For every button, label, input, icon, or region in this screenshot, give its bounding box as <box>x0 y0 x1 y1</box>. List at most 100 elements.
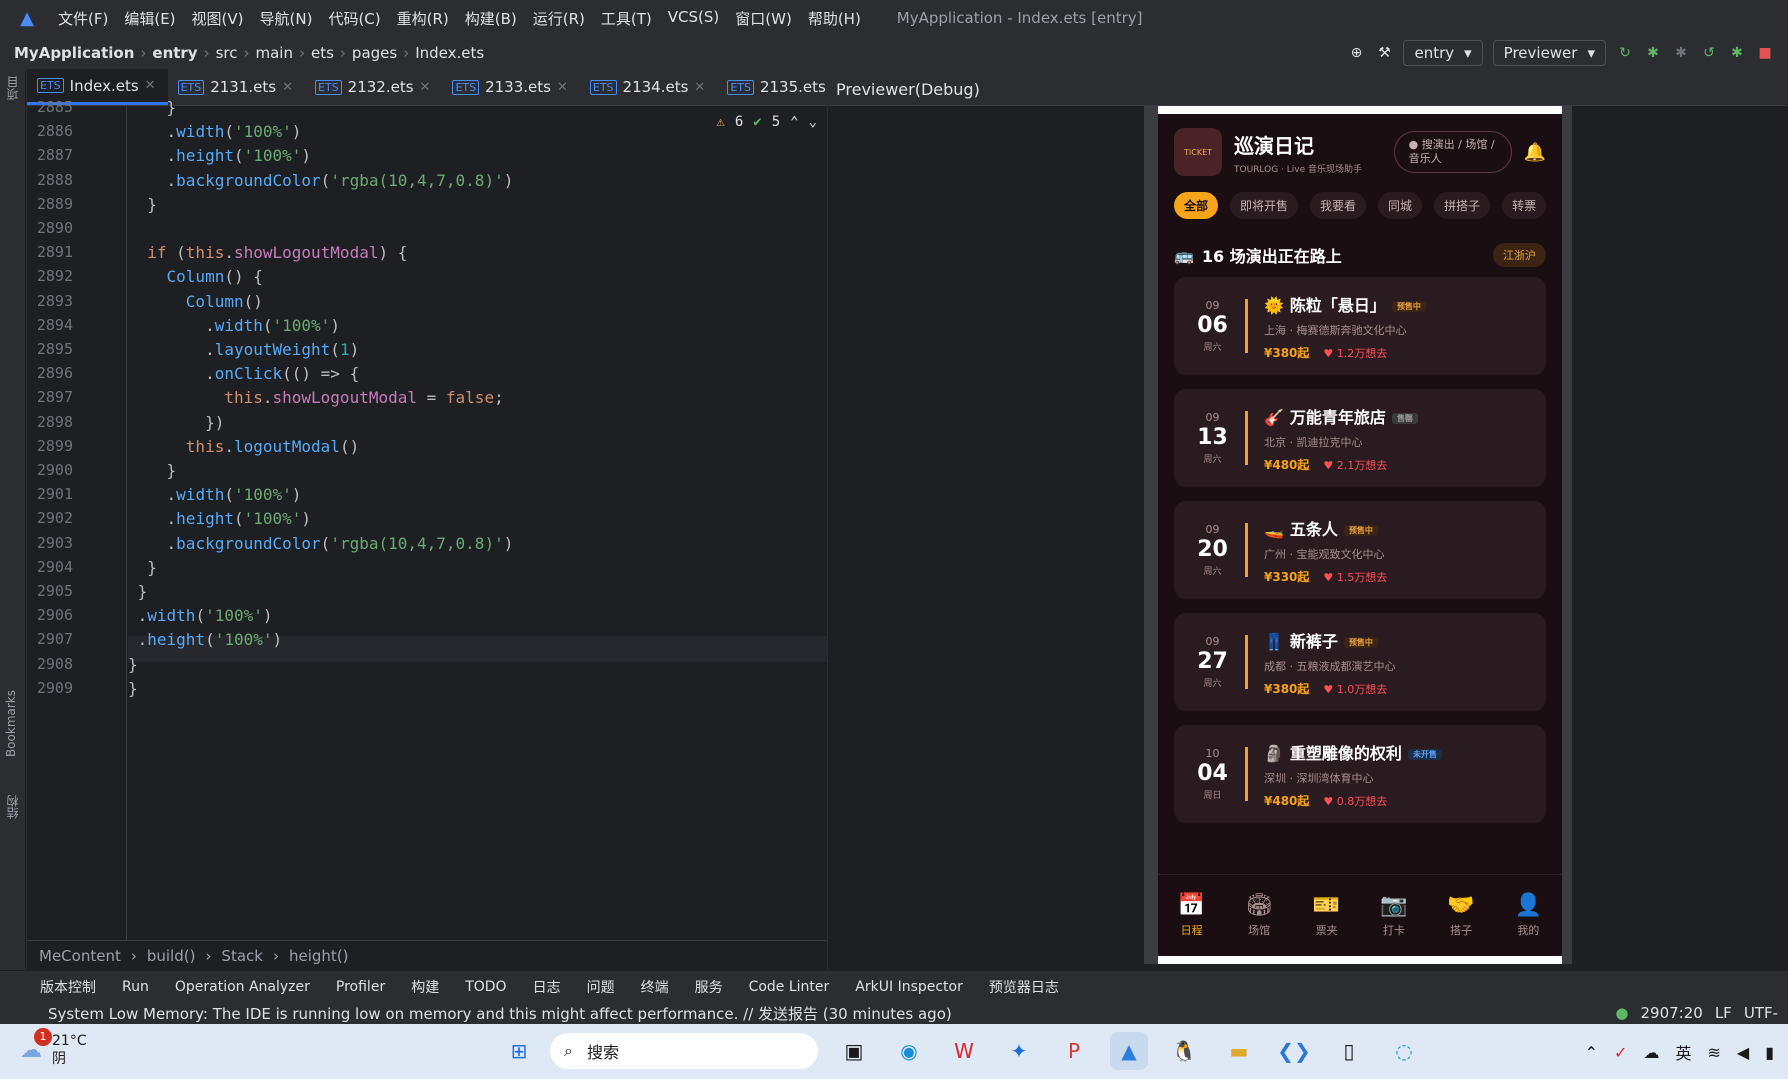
event-card[interactable]: 09 13 周六 🎸 万能青年旅店 售罄 北京 · 凯迪拉克中心 ¥480起 ♥ 2.1万想去 <box>1174 389 1546 487</box>
close-icon[interactable]: ✕ <box>282 80 293 95</box>
tool-window-button[interactable]: ArkUI Inspector <box>855 979 963 995</box>
code-line[interactable]: }) <box>128 413 224 432</box>
want-count[interactable]: ♥ 1.0万想去 <box>1323 683 1387 696</box>
menu-item[interactable]: 帮助(H) <box>808 8 861 29</box>
want-count[interactable]: ♥ 1.2万想去 <box>1323 347 1387 360</box>
tool-window-button[interactable]: 版本控制 <box>40 977 96 997</box>
code-line[interactable]: } <box>128 558 157 577</box>
app-tab-item[interactable]: 🤝 搭子 <box>1447 893 1474 938</box>
menu-item[interactable]: 构建(B) <box>465 8 517 29</box>
tool-window-button[interactable]: 构建 <box>411 977 439 997</box>
app-tab-item[interactable]: 🎫 票夹 <box>1313 893 1340 938</box>
entry-dropdown[interactable]: entry ▾ <box>1403 40 1483 66</box>
code-line[interactable]: } <box>128 461 177 480</box>
start-windows-icon[interactable]: ⊞ <box>500 1032 538 1070</box>
code-line[interactable]: } <box>128 582 148 601</box>
caret-position[interactable]: 2907:20 <box>1640 1004 1702 1022</box>
code-line[interactable]: .onClick(() => { <box>128 364 359 383</box>
crumb-height[interactable]: height() <box>289 947 349 965</box>
code-line[interactable]: .width('100%') <box>128 316 340 335</box>
event-card[interactable]: 09 20 周六 🚤 五条人 预售中 广州 · 宝能观致文化中心 ¥330起 ♥ 1.5万想去 <box>1174 501 1546 599</box>
code-line[interactable]: .backgroundColor('rgba(10,4,7,0.8)') <box>128 534 514 553</box>
menu-item[interactable]: 工具(T) <box>601 8 652 29</box>
code-area[interactable]: ⚠ 6 ✔ 5 ⌃ ⌄ } .width('100%') .height('100%'… <box>128 98 827 940</box>
filter-chip[interactable]: 同城 <box>1378 192 1423 219</box>
next-highlight-icon[interactable]: ⌄ <box>809 114 817 130</box>
close-icon[interactable]: ✕ <box>694 80 705 95</box>
code-line[interactable]: .width('100%') <box>128 122 302 141</box>
deveco-taskbar-icon[interactable]: ▲ <box>1110 1032 1148 1070</box>
crumb-build[interactable]: build() <box>147 947 196 965</box>
code-line[interactable]: .width('100%') <box>128 485 302 504</box>
tray-app-icon[interactable]: ✓ <box>1614 1043 1627 1062</box>
event-card[interactable]: 09 27 周六 👖 新裤子 预售中 成都 · 五粮液成都演艺中心 ¥380起 ♥ 1.0万想去 <box>1174 613 1546 711</box>
want-count[interactable]: ♥ 0.8万想去 <box>1323 795 1387 808</box>
close-icon[interactable]: ✕ <box>557 80 568 95</box>
apply-changes-icon[interactable]: ↺ <box>1700 44 1718 62</box>
filter-chip[interactable]: 我要看 <box>1310 192 1367 219</box>
tool-window-button[interactable]: Code Linter <box>749 979 830 995</box>
project-tool-button[interactable]: 项目 <box>4 76 21 100</box>
battery-icon[interactable]: ▮ <box>1765 1043 1774 1062</box>
crumb-src[interactable]: src <box>216 44 238 62</box>
bell-icon[interactable]: 🔔 <box>1524 142 1546 163</box>
tray-expand-icon[interactable]: ⌃ <box>1585 1043 1598 1062</box>
filter-chip[interactable]: 转票 <box>1502 192 1547 219</box>
editor-tab[interactable]: ETS 2134.ets ✕ <box>580 69 717 105</box>
tool-window-button[interactable]: Profiler <box>336 979 385 995</box>
taskbar-search[interactable]: ⌕ 搜索 <box>550 1033 818 1069</box>
code-line[interactable]: .layoutWeight(1) <box>128 340 359 359</box>
event-card[interactable]: 09 06 周六 🌞 陈粒「悬日」 预售中 上海 · 梅赛德斯奔驰文化中心 ¥380起 ♥ 1.… <box>1174 277 1546 375</box>
tool-window-button[interactable]: 预览器日志 <box>989 977 1059 997</box>
menu-item[interactable]: 导航(N) <box>260 8 313 29</box>
structure-tool-button[interactable]: 结构 <box>4 795 21 819</box>
code-line[interactable]: if (this.showLogoutModal) { <box>128 243 407 262</box>
profile-icon[interactable]: ✱ <box>1728 44 1746 62</box>
code-line[interactable]: .height('100%') <box>128 146 312 165</box>
crumb-file[interactable]: Index.ets <box>415 44 484 62</box>
stop-icon[interactable]: ■ <box>1756 44 1774 62</box>
code-line[interactable]: .height('100%') <box>128 509 312 528</box>
code-line[interactable]: } <box>128 679 138 698</box>
want-count[interactable]: ♥ 1.5万想去 <box>1323 571 1387 584</box>
qq-icon[interactable]: 🐧 <box>1165 1032 1203 1070</box>
tool-window-button[interactable]: 问题 <box>587 977 615 997</box>
app-search-box[interactable]: ● 搜演出 / 场馆 / 音乐人 <box>1393 131 1512 173</box>
attach-debugger-icon[interactable]: ✱ <box>1672 44 1690 62</box>
file-encoding[interactable]: UTF- <box>1744 1004 1778 1022</box>
weather-widget[interactable]: ☁ 1 21°C 阴 <box>20 1028 87 1068</box>
editor-tab[interactable]: ETS 2133.ets ✕ <box>442 69 579 105</box>
status-message[interactable]: System Low Memory: The IDE is running lo… <box>48 1003 952 1024</box>
tray-cloud-icon[interactable]: ☁ <box>1643 1043 1659 1062</box>
crumb-main[interactable]: main <box>256 44 293 62</box>
folder-icon[interactable]: ▬ <box>1220 1032 1258 1070</box>
event-card[interactable]: 10 04 周日 🗿 重塑雕像的权利 未开售 深圳 · 深圳湾体育中心 ¥480起 ♥ 0.8万… <box>1174 725 1546 823</box>
tool-window-button[interactable]: 服务 <box>695 977 723 997</box>
menu-item[interactable]: 编辑(E) <box>124 8 175 29</box>
bookmarks-tool-button[interactable]: Bookmarks <box>4 690 18 757</box>
tool-window-button[interactable]: TODO <box>465 979 506 995</box>
tool-window-button[interactable]: 终端 <box>641 977 669 997</box>
wps-icon[interactable]: W <box>945 1032 983 1070</box>
pdf-icon[interactable]: P <box>1055 1032 1093 1070</box>
region-selector[interactable]: 江浙沪 <box>1493 243 1546 267</box>
app-tab-item[interactable]: 🏟 场馆 <box>1245 893 1273 938</box>
menu-item[interactable]: 视图(V) <box>192 8 244 29</box>
code-line[interactable]: } <box>128 98 177 117</box>
tool-window-button[interactable]: Operation Analyzer <box>175 979 310 995</box>
menu-item[interactable]: 文件(F) <box>58 8 108 29</box>
edge-icon[interactable]: ◉ <box>890 1032 928 1070</box>
code-line[interactable]: .backgroundColor('rgba(10,4,7,0.8)') <box>128 171 514 190</box>
menu-item[interactable]: 运行(R) <box>533 8 585 29</box>
menu-item[interactable]: 窗口(W) <box>735 8 792 29</box>
menu-item[interactable]: 代码(C) <box>328 8 380 29</box>
crumb-mecontent[interactable]: MeContent <box>39 947 121 965</box>
app-tab-item[interactable]: 📷 打卡 <box>1380 893 1407 938</box>
crumb-ets[interactable]: ets <box>311 44 334 62</box>
app-tab-item[interactable]: 👤 我的 <box>1515 893 1542 938</box>
editor-tab[interactable]: ETS 2131.ets ✕ <box>168 69 305 105</box>
code-line[interactable]: } <box>128 655 138 674</box>
menu-item[interactable]: VCS(S) <box>668 8 719 29</box>
menu-item[interactable]: 重构(R) <box>397 8 449 29</box>
code-line[interactable]: Column() <box>128 292 263 311</box>
